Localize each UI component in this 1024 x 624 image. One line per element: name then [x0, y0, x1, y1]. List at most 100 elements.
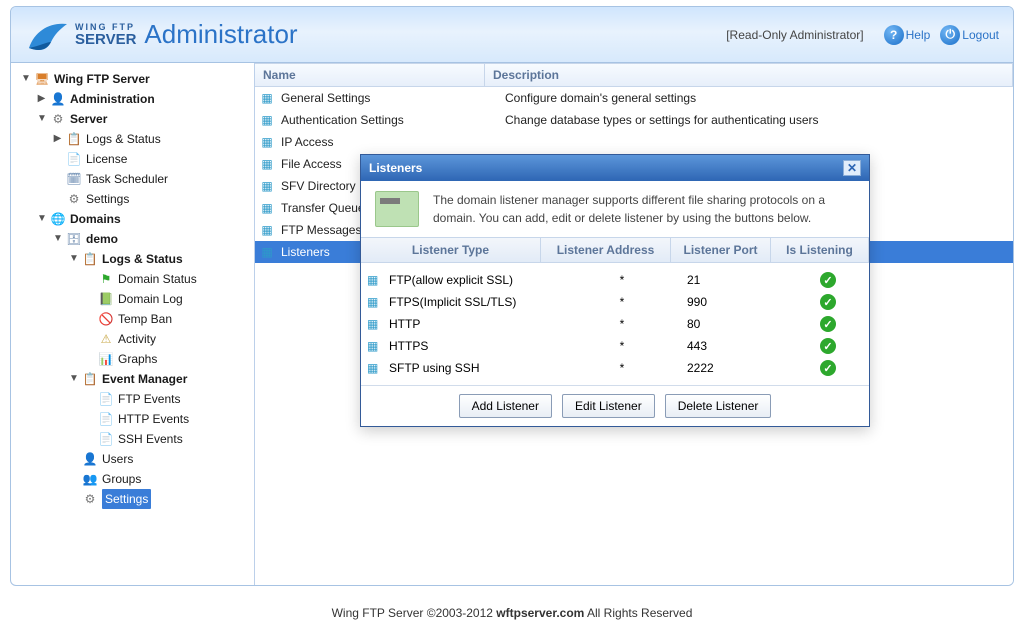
listener-row[interactable]: ▦HTTP*80✓	[367, 313, 869, 335]
power-icon: ⏻	[940, 25, 960, 45]
tree-ssh-events[interactable]: 📄SSH Events	[83, 429, 252, 449]
row-icon: ▦	[259, 200, 275, 216]
listener-port: 80	[687, 317, 787, 331]
listener-icon: ▦	[367, 295, 383, 309]
app-header: WING FTP SERVER Administrator [Read-Only…	[11, 7, 1013, 63]
gear-icon: ⚙	[82, 491, 98, 507]
close-button[interactable]: ✕	[843, 160, 861, 176]
tree-license[interactable]: 📄License	[51, 149, 252, 169]
group-icon: 👥	[82, 471, 98, 487]
role-badge: [Read-Only Administrator]	[726, 28, 863, 42]
row-icon: ▦	[259, 112, 275, 128]
tree-server-logs[interactable]: ▶📋Logs & Status	[51, 129, 252, 149]
listener-addr: *	[557, 361, 687, 375]
tree-server-settings[interactable]: ⚙Settings	[51, 189, 252, 209]
tree-event-manager[interactable]: ▼📋Event Manager	[67, 369, 252, 389]
settings-row[interactable]: ▦ IP Access	[255, 131, 1013, 153]
listener-type: HTTPS	[389, 339, 557, 353]
tree-groups[interactable]: 👥Groups	[67, 469, 252, 489]
gear-icon: ⚙	[66, 191, 82, 207]
listener-status: ✓	[787, 294, 869, 310]
row-icon: ▦	[259, 222, 275, 238]
row-icon: ▦	[259, 134, 275, 150]
gears-icon: ⚙	[50, 111, 66, 127]
logo-large-text: SERVER	[75, 32, 136, 47]
logout-link[interactable]: ⏻Logout	[940, 25, 999, 45]
listener-addr: *	[557, 273, 687, 287]
row-icon: ▦	[259, 244, 275, 260]
server-icon: 🖥	[34, 71, 50, 87]
doc-icon: 📄	[98, 411, 114, 427]
listener-icon: ▦	[367, 317, 383, 331]
dialog-buttons: Add Listener Edit Listener Delete Listen…	[361, 385, 869, 426]
row-name: IP Access	[281, 135, 505, 149]
listener-icon: ▦	[367, 361, 383, 375]
listener-addr: *	[557, 317, 687, 331]
listener-row[interactable]: ▦ SFTP using SSH*2222 ✓	[367, 357, 869, 379]
tree-ftp-events[interactable]: 📄FTP Events	[83, 389, 252, 409]
grid-header: Name Description	[255, 64, 1013, 87]
check-icon: ✓	[820, 294, 836, 310]
doc-icon: 📄	[98, 431, 114, 447]
check-icon: ✓	[820, 316, 836, 332]
document-icon: 📄	[66, 151, 82, 167]
tree-domain-settings[interactable]: ⚙Settings	[67, 489, 252, 509]
listener-type: SFTP using SSH	[389, 361, 557, 375]
domains-icon: 🌐	[50, 211, 66, 227]
help-link[interactable]: ?Help	[884, 25, 931, 45]
schedule-icon: 🗓	[66, 171, 82, 187]
list-icon: 📋	[66, 131, 82, 147]
app-title: Administrator	[144, 19, 297, 50]
activity-icon: ⚠	[98, 331, 114, 347]
settings-row[interactable]: ▦Authentication SettingsChange database …	[255, 109, 1013, 131]
tree-demo-logs[interactable]: ▼📋Logs & Status	[67, 249, 252, 269]
listeners-dialog: Listeners ✕ The domain listener manager …	[360, 154, 870, 427]
col-desc: Description	[485, 64, 1013, 86]
row-desc: Configure domain's general settings	[505, 91, 1013, 105]
tree-activity[interactable]: ⚠Activity	[83, 329, 252, 349]
listener-port: 2222	[687, 361, 787, 375]
ban-icon: 🚫	[98, 311, 114, 327]
col-port: Listener Port	[671, 238, 771, 262]
tree-domain-log[interactable]: 📗Domain Log	[83, 289, 252, 309]
tree-domain-status[interactable]: ⚑Domain Status	[83, 269, 252, 289]
row-name: Authentication Settings	[281, 113, 505, 127]
tree-domains[interactable]: ▼🌐Domains	[35, 209, 252, 229]
tree-http-events[interactable]: 📄HTTP Events	[83, 409, 252, 429]
tree-temp-ban[interactable]: 🚫Temp Ban	[83, 309, 252, 329]
listener-port: 21	[687, 273, 787, 287]
tree-users[interactable]: 👤Users	[67, 449, 252, 469]
listener-status: ✓	[787, 360, 869, 376]
check-icon: ✓	[820, 272, 836, 288]
row-icon: ▦	[259, 156, 275, 172]
listener-row[interactable]: ▦HTTPS*443✓	[367, 335, 869, 357]
user-icon: 👤	[82, 451, 98, 467]
listener-port: 443	[687, 339, 787, 353]
tree-graphs[interactable]: 📊Graphs	[83, 349, 252, 369]
row-icon: ▦	[259, 90, 275, 106]
listener-status: ✓	[787, 338, 869, 354]
tree-domain-demo[interactable]: ▼🗄demo	[51, 229, 252, 249]
tree-scheduler[interactable]: 🗓Task Scheduler	[51, 169, 252, 189]
row-icon: ▦	[259, 178, 275, 194]
dialog-title-bar[interactable]: Listeners ✕	[361, 155, 869, 181]
dialog-title: Listeners	[369, 161, 422, 175]
dialog-info: The domain listener manager supports dif…	[361, 181, 869, 237]
domain-icon: 🗄	[66, 231, 82, 247]
listener-status: ✓	[787, 316, 869, 332]
add-listener-button[interactable]: Add Listener	[459, 394, 552, 418]
logo: WING FTP SERVER	[25, 12, 136, 58]
tree-server[interactable]: ▼⚙Server	[35, 109, 252, 129]
listener-row[interactable]: ▦FTPS(Implicit SSL/TLS)*990✓	[367, 291, 869, 313]
listener-row[interactable]: ▦FTP(allow explicit SSL)*21✓	[367, 269, 869, 291]
col-addr: Listener Address	[541, 238, 671, 262]
list-icon: 📋	[82, 251, 98, 267]
delete-listener-button[interactable]: Delete Listener	[665, 394, 772, 418]
person-icon: 👤	[50, 91, 66, 107]
col-type: Listener Type	[361, 238, 541, 262]
tree-root[interactable]: ▼🖥Wing FTP Server	[19, 69, 252, 89]
check-icon: ✓	[820, 360, 836, 376]
settings-row[interactable]: ▦General SettingsConfigure domain's gene…	[255, 87, 1013, 109]
tree-administration[interactable]: ▶👤Administration	[35, 89, 252, 109]
edit-listener-button[interactable]: Edit Listener	[562, 394, 655, 418]
